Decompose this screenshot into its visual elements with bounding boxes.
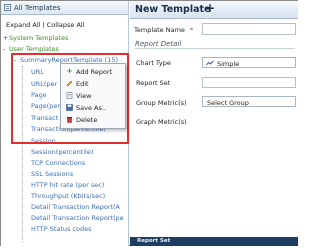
- graph-metrics-label: Graph Metric(s): [136, 118, 187, 126]
- chart-type-select[interactable]: Simple: [202, 57, 296, 68]
- group-metrics-value: Select Group: [207, 99, 249, 107]
- document-icon: [66, 92, 73, 99]
- template-name-input[interactable]: [202, 23, 296, 35]
- context-menu-delete[interactable]: Delete: [61, 114, 125, 125]
- add-template-icon[interactable]: +: [205, 1, 215, 15]
- context-menu-edit[interactable]: Edit: [61, 78, 125, 89]
- group-metrics-label: Group Metric(s): [136, 99, 187, 107]
- menu-item-label: Save As..: [76, 104, 106, 112]
- group-metrics-select[interactable]: Select Group: [202, 96, 296, 107]
- tree-node-user-templates[interactable]: - User Templates: [3, 45, 59, 53]
- tree-leaf-detail-transaction-report-a[interactable]: Detail Transaction Report(A: [31, 203, 120, 211]
- templates-panel-title: All Templates: [14, 4, 61, 12]
- required-marker: *: [190, 26, 194, 34]
- pencil-icon: [66, 80, 73, 87]
- template-name-label: Template Name: [134, 26, 185, 34]
- report-set-bar-label: Report Set: [137, 238, 171, 244]
- tree-leaf-ssl-sessions[interactable]: SSL Sessions: [31, 170, 73, 178]
- section-divider: [135, 48, 295, 49]
- context-menu-save-as[interactable]: Save As..: [61, 102, 125, 113]
- tree-leaf-tcp-connections[interactable]: TCP Connections: [31, 159, 85, 167]
- menu-item-label: View: [76, 92, 92, 100]
- tree-node-label: System Templates: [9, 34, 69, 42]
- context-menu-view[interactable]: View: [61, 90, 125, 101]
- menu-item-label: Add Report: [76, 68, 113, 76]
- report-set-bar: Report Set: [130, 237, 298, 246]
- tree-list-icon: [4, 4, 11, 11]
- tree-node-system-templates[interactable]: +System Templates: [3, 34, 68, 42]
- new-template-header: New Template +: [130, 1, 298, 19]
- chart-type-value: Simple: [217, 60, 240, 68]
- report-set-input[interactable]: [202, 77, 296, 88]
- report-detail-section-title: Report Detail: [135, 40, 182, 48]
- tree-leaf-detail-transaction-report-pe[interactable]: Detail Transaction Report(pe: [31, 214, 124, 222]
- templates-panel: All Templates Expand All | Collapse All …: [1, 1, 129, 246]
- save-icon: [66, 104, 73, 111]
- templates-panel-header: All Templates: [1, 1, 128, 15]
- chart-type-label: Chart Type: [136, 59, 171, 67]
- plus-icon: +: [66, 67, 73, 75]
- tree-leaf-http-status-codes[interactable]: HTTP Status codes: [31, 225, 92, 233]
- report-set-label: Report Set: [136, 79, 171, 87]
- tree-leaf-session-percentile[interactable]: Session(percentile): [31, 148, 93, 156]
- tree-node-label: User Templates: [9, 45, 59, 53]
- tree-leaf-throughput[interactable]: Throughput (Kbits/sec): [31, 192, 105, 200]
- menu-item-label: Delete: [76, 116, 98, 124]
- context-menu-add-report[interactable]: + Add Report: [61, 66, 125, 77]
- line-chart-icon: [206, 60, 214, 66]
- context-menu: + Add Report Edit View Save As.. Delete: [60, 63, 126, 129]
- expand-collapse-links[interactable]: Expand All | Collapse All: [6, 21, 85, 29]
- trash-icon: [66, 116, 73, 123]
- menu-item-label: Edit: [76, 80, 89, 88]
- new-template-title: New Template: [135, 4, 211, 15]
- new-template-panel: New Template + Template Name * Report De…: [130, 1, 298, 246]
- tree-leaf-http-hit-rate[interactable]: HTTP hit rate (per sec): [31, 181, 104, 189]
